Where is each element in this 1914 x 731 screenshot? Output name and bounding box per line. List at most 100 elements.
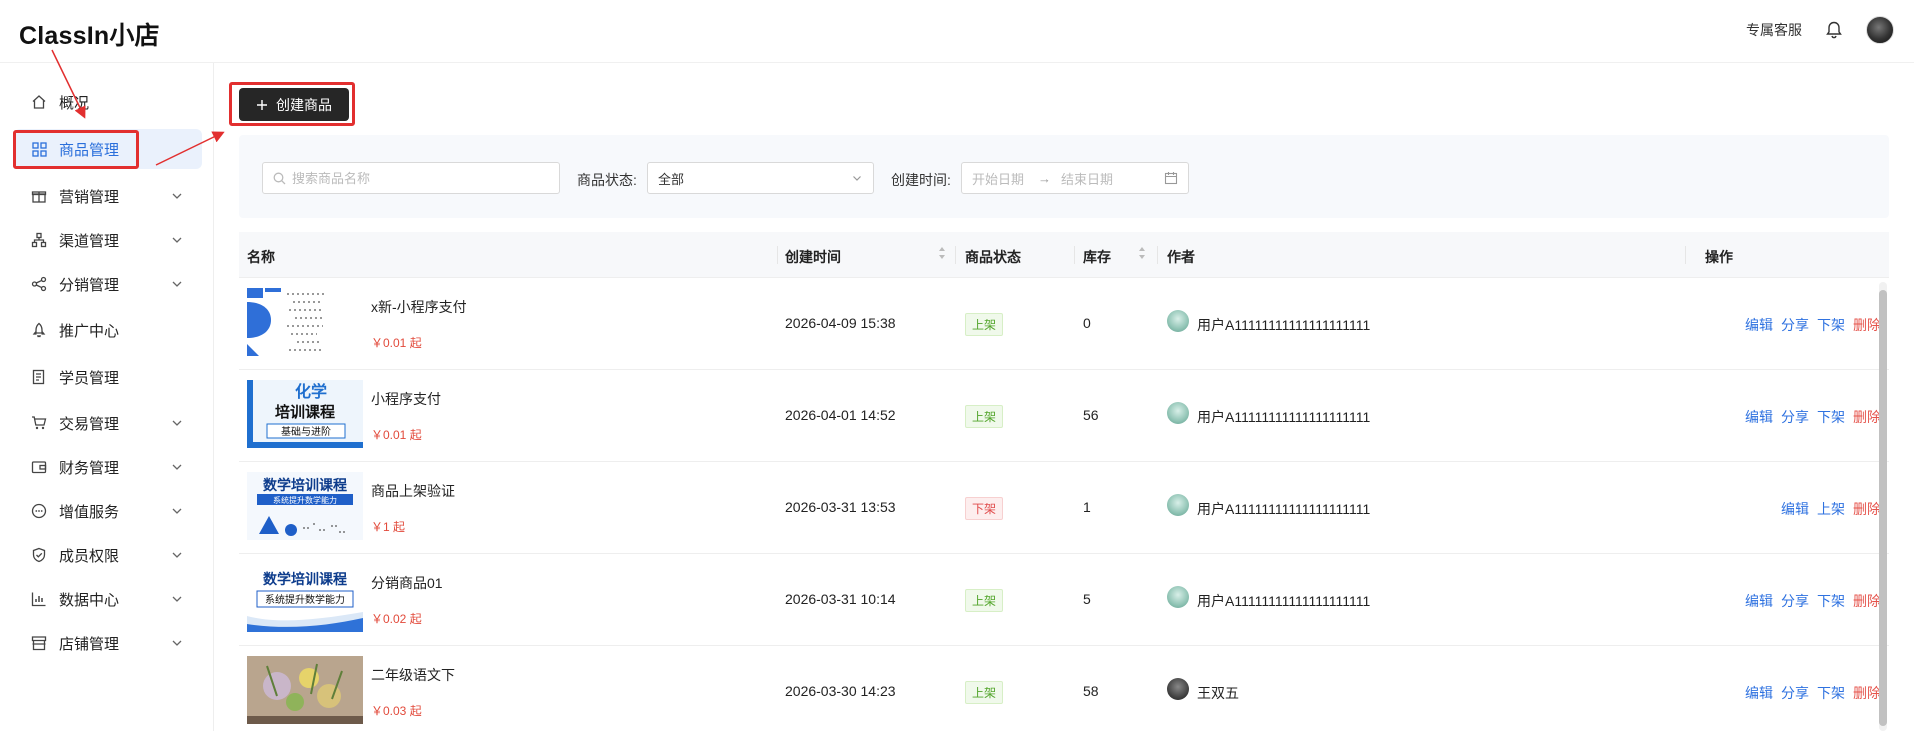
unpublish-link[interactable]: 下架 [1817, 591, 1845, 611]
edit-link[interactable]: 编辑 [1745, 315, 1773, 335]
calendar-icon [1164, 172, 1178, 185]
edit-link[interactable]: 编辑 [1745, 683, 1773, 703]
author-avatar [1167, 494, 1189, 516]
sort-icon[interactable] [1138, 245, 1146, 261]
top-right-actions: 专属客服 [1746, 16, 1894, 44]
status-select[interactable]: 全部 [647, 162, 874, 194]
product-name[interactable]: 二年级语文下 [371, 665, 455, 685]
sidebar-item-finance[interactable]: 财务管理 [14, 447, 202, 487]
stock-value: 56 [1083, 407, 1099, 423]
product-name[interactable]: 商品上架验证 [371, 481, 455, 501]
column-header-created: 创建时间 [785, 249, 841, 265]
product-thumbnail[interactable]: 数学培训课程 系统提升数学能力 [247, 472, 363, 540]
product-thumbnail[interactable] [247, 656, 363, 724]
search-box[interactable] [262, 162, 560, 194]
sidebar-item-data-center[interactable]: 数据中心 [14, 579, 202, 619]
edit-link[interactable]: 编辑 [1781, 499, 1809, 519]
unpublish-link[interactable]: 下架 [1817, 407, 1845, 427]
delete-link[interactable]: 删除 [1853, 683, 1881, 703]
sidebar-item-permissions[interactable]: 成员权限 [14, 535, 202, 575]
share-icon [30, 275, 48, 293]
product-thumbnail[interactable]: 数学培训课程 系统提升数学能力 [247, 564, 363, 632]
created-time: 2026-04-09 15:38 [785, 315, 896, 331]
avatar[interactable] [1866, 16, 1894, 44]
date-range-picker[interactable]: 开始日期 → 结束日期 [961, 162, 1189, 194]
arrow-right-icon: → [1038, 170, 1052, 186]
bell-icon[interactable] [1824, 20, 1844, 40]
sidebar-item-overview[interactable]: 概况 [14, 82, 202, 122]
sidebar-item-distribution[interactable]: 分销管理 [14, 264, 202, 304]
sidebar-item-store[interactable]: 店铺管理 [14, 623, 202, 663]
row-actions: 编辑 分享 下架 删除 [1745, 315, 1881, 335]
chevron-down-icon [172, 640, 182, 646]
row-actions: 编辑 上架 删除 [1781, 499, 1881, 519]
top-bar: ClassIn小店 专属客服 [0, 0, 1914, 63]
product-thumbnail[interactable]: 化学 培训课程 基础与进阶 [247, 380, 363, 448]
search-input[interactable] [292, 170, 542, 186]
edit-link[interactable]: 编辑 [1745, 407, 1773, 427]
column-divider [1685, 246, 1686, 264]
column-divider [1157, 246, 1158, 264]
delete-link[interactable]: 删除 [1853, 499, 1881, 519]
thumb-text-line2: 系统提升数学能力 [273, 495, 337, 505]
table-scrollbar[interactable] [1879, 282, 1887, 731]
create-product-button[interactable]: 创建商品 [239, 88, 349, 121]
main-content: 创建商品 商品状态: 全部 创建时间: 开始日期 → 结束日期 名称 [214, 63, 1914, 731]
delete-link[interactable]: 删除 [1853, 315, 1881, 335]
product-name[interactable]: 小程序支付 [371, 389, 441, 409]
author-name: 用户A11111111111111111111 [1197, 409, 1371, 425]
edit-link[interactable]: 编辑 [1745, 591, 1773, 611]
sidebar-item-label: 成员权限 [59, 547, 120, 565]
row-actions: 编辑 分享 下架 删除 [1745, 407, 1881, 427]
column-divider [955, 246, 956, 264]
row-actions: 编辑 分享 下架 删除 [1745, 683, 1881, 703]
home-icon [30, 93, 48, 111]
app-root: ClassIn小店 专属客服 概况 商品管理 营销管理 渠道管理 分销管理 推广… [0, 0, 1914, 731]
support-link[interactable]: 专属客服 [1746, 20, 1802, 40]
status-filter-label: 商品状态: [577, 172, 637, 188]
scrollbar-thumb[interactable] [1879, 290, 1887, 726]
sidebar-item-students[interactable]: 学员管理 [14, 357, 202, 397]
share-link[interactable]: 分享 [1781, 683, 1809, 703]
grid-icon [30, 140, 48, 158]
chevron-down-icon [853, 176, 861, 181]
delete-link[interactable]: 删除 [1853, 407, 1881, 427]
chevron-down-icon [172, 596, 182, 602]
publish-link[interactable]: 上架 [1817, 499, 1845, 519]
author-avatar [1167, 586, 1189, 608]
product-name[interactable]: 分销商品01 [371, 573, 443, 593]
chevron-down-icon [172, 420, 182, 426]
status-badge: 上架 [965, 313, 1004, 336]
product-name[interactable]: x新-小程序支付 [371, 297, 467, 317]
share-link[interactable]: 分享 [1781, 315, 1809, 335]
start-date-input[interactable]: 开始日期 [972, 169, 1024, 188]
sort-icon[interactable] [938, 245, 946, 261]
product-price: ￥0.03 起 [371, 704, 422, 718]
table-header: 名称 创建时间 商品状态 库存 作者 操作 [239, 232, 1889, 278]
sidebar-item-products[interactable]: 商品管理 [14, 129, 202, 169]
sidebar-item-promotion[interactable]: 推广中心 [14, 310, 202, 350]
share-link[interactable]: 分享 [1781, 407, 1809, 427]
share-link[interactable]: 分享 [1781, 591, 1809, 611]
end-date-input[interactable]: 结束日期 [1061, 169, 1113, 188]
thumb-text-line1: 数学培训课程 [263, 571, 347, 588]
sidebar-item-value-added[interactable]: 增值服务 [14, 491, 202, 531]
sidebar-item-transactions[interactable]: 交易管理 [14, 403, 202, 443]
created-time: 2026-04-01 14:52 [785, 407, 896, 423]
table-row: 数学培训课程 系统提升数学能力 商品上架验证 ￥1 起 2026-03-31 1… [239, 462, 1889, 554]
author-name: 王双五 [1197, 685, 1239, 701]
sidebar: 概况 商品管理 营销管理 渠道管理 分销管理 推广中心 学员管理 交易管理 财务… [0, 63, 214, 731]
delete-link[interactable]: 删除 [1853, 591, 1881, 611]
unpublish-link[interactable]: 下架 [1817, 683, 1845, 703]
sidebar-item-marketing[interactable]: 营销管理 [14, 176, 202, 216]
chart-icon [30, 590, 48, 608]
product-thumbnail[interactable] [247, 288, 363, 356]
sidebar-item-label: 增值服务 [59, 503, 120, 521]
column-divider [1074, 246, 1075, 264]
unpublish-link[interactable]: 下架 [1817, 315, 1845, 335]
sidebar-item-channels[interactable]: 渠道管理 [14, 220, 202, 260]
chevron-down-icon [172, 281, 182, 287]
gift-icon [30, 187, 48, 205]
chat-icon [30, 502, 48, 520]
column-header-stock: 库存 [1083, 249, 1111, 265]
